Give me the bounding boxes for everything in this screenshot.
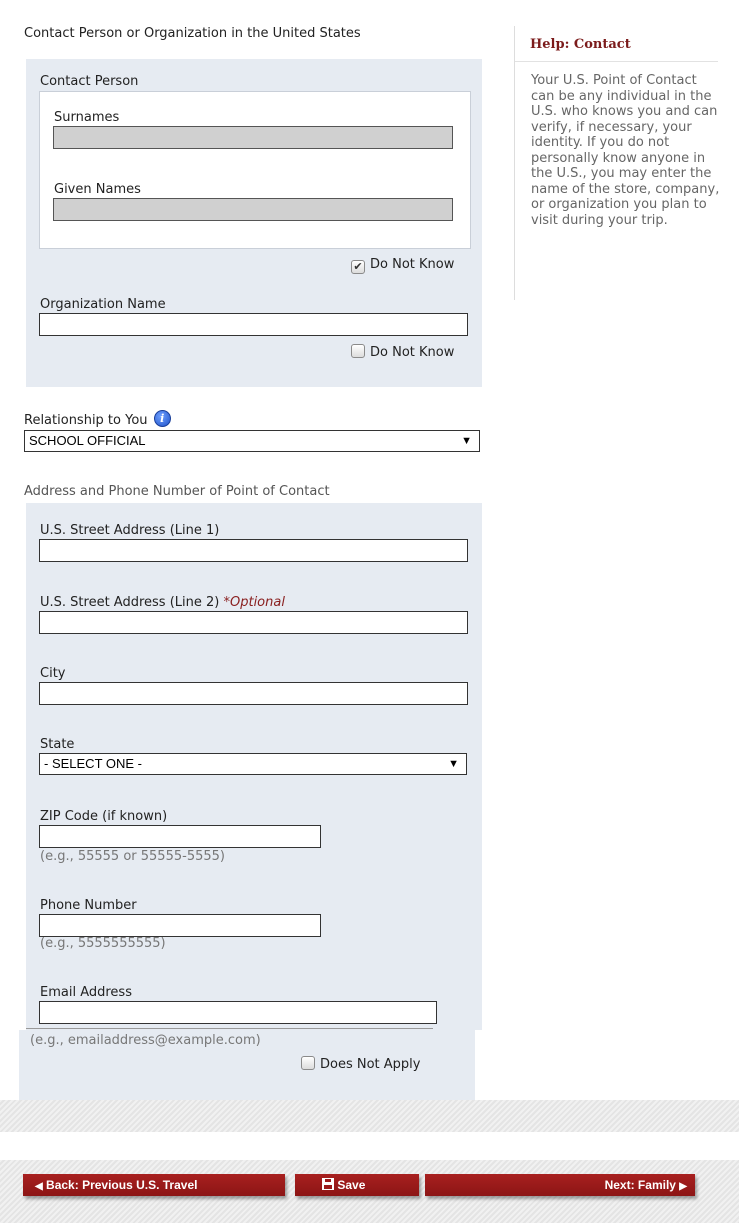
street1-label: U.S. Street Address (Line 1)	[40, 523, 220, 538]
phone-input[interactable]	[39, 914, 321, 937]
surnames-input[interactable]	[53, 126, 453, 149]
state-label: State	[40, 737, 75, 752]
relationship-label-row: Relationship to You i	[24, 410, 171, 428]
does-not-apply[interactable]: Does Not Apply	[301, 1056, 420, 1072]
zip-hint: (e.g., 55555 or 55555-5555)	[40, 849, 225, 864]
organization-do-not-know-label: Do Not Know	[370, 345, 455, 360]
organization-name-label: Organization Name	[40, 297, 166, 312]
state-selected: - SELECT ONE -	[44, 756, 143, 771]
contact-section-title: Contact Person or Organization in the Un…	[24, 26, 361, 41]
dropdown-arrow-icon: ▼	[448, 758, 459, 770]
save-icon	[322, 1178, 334, 1190]
city-input[interactable]	[39, 682, 468, 705]
street2-label: U.S. Street Address (Line 2)	[40, 595, 220, 610]
zip-label: ZIP Code (if known)	[40, 809, 168, 824]
help-divider	[514, 26, 515, 300]
info-icon[interactable]: i	[153, 410, 171, 427]
relationship-label: Relationship to You	[24, 413, 148, 428]
contact-do-not-know-label: Do Not Know	[370, 257, 455, 272]
next-button[interactable]: Next: Family ▶	[425, 1174, 695, 1196]
organization-name-input[interactable]	[39, 313, 468, 336]
given-names-input[interactable]	[53, 198, 453, 221]
save-button-label: Save	[337, 1178, 366, 1192]
contact-do-not-know[interactable]: ✔ Do Not Know	[351, 257, 454, 274]
email-hint: (e.g., emailaddress@example.com)	[30, 1033, 261, 1048]
save-button[interactable]: Save	[295, 1174, 419, 1196]
back-button[interactable]: ◀ Back: Previous U.S. Travel	[23, 1174, 285, 1196]
phone-hint: (e.g., 5555555555)	[40, 936, 166, 951]
help-text: Your U.S. Point of Contact can be any in…	[531, 73, 720, 228]
chevron-left-icon: ◀	[35, 1181, 43, 1192]
separator-band	[0, 1100, 739, 1132]
contact-person-title: Contact Person	[40, 74, 139, 89]
street2-input[interactable]	[39, 611, 468, 634]
next-button-label: Next: Family	[604, 1178, 676, 1192]
optional-marker: *Optional	[223, 595, 285, 610]
dropdown-arrow-icon: ▼	[461, 435, 472, 447]
relationship-selected: SCHOOL OFFICIAL	[29, 433, 146, 448]
contact-do-not-know-checkbox[interactable]: ✔	[351, 260, 365, 274]
does-not-apply-checkbox[interactable]	[301, 1056, 315, 1070]
street1-input[interactable]	[39, 539, 468, 562]
state-select[interactable]: - SELECT ONE - ▼	[39, 753, 467, 775]
organization-do-not-know[interactable]: Do Not Know	[351, 344, 454, 360]
given-names-label: Given Names	[54, 182, 141, 197]
email-input[interactable]	[39, 1001, 437, 1024]
organization-do-not-know-checkbox[interactable]	[351, 344, 365, 358]
surnames-label: Surnames	[54, 110, 120, 125]
email-label: Email Address	[40, 985, 132, 1000]
panel-divider	[26, 1028, 433, 1029]
does-not-apply-label: Does Not Apply	[320, 1057, 421, 1072]
help-title: Help: Contact	[530, 37, 631, 52]
phone-label: Phone Number	[40, 898, 137, 913]
city-label: City	[40, 666, 66, 681]
address-section-title: Address and Phone Number of Point of Con…	[24, 484, 330, 499]
relationship-select[interactable]: SCHOOL OFFICIAL ▼	[24, 430, 480, 452]
help-rule	[515, 61, 718, 62]
chevron-right-icon: ▶	[679, 1181, 687, 1192]
street2-label-row: U.S. Street Address (Line 2) *Optional	[40, 595, 285, 610]
zip-input[interactable]	[39, 825, 321, 848]
back-button-label: Back: Previous U.S. Travel	[46, 1178, 198, 1192]
